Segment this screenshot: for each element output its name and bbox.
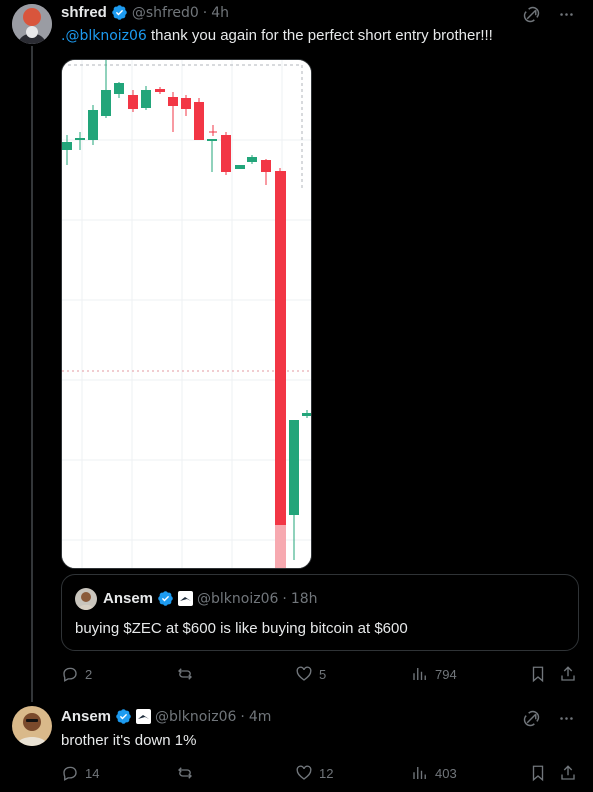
- tweet-header: Ansem @blknoiz06 · 4m: [61, 708, 271, 725]
- like-button[interactable]: 12: [295, 764, 333, 782]
- share-icon: [561, 765, 575, 780]
- quote-text: buying $ZEC at $600 is like buying bitco…: [75, 620, 408, 637]
- tweet-ansem-reply[interactable]: Ansem @blknoiz06 · 4m brother it's down …: [0, 700, 593, 792]
- bookmark-icon: [532, 666, 544, 683]
- reply-button[interactable]: 2: [61, 665, 92, 683]
- repost-button[interactable]: [176, 665, 194, 683]
- repost-icon: [178, 767, 192, 779]
- thread-line: [31, 46, 33, 702]
- tweet-body: thank you again for the perfect short en…: [146, 27, 493, 44]
- like-icon: [296, 765, 312, 780]
- bookmark-button[interactable]: [529, 665, 547, 683]
- repost-icon: [178, 668, 192, 680]
- timestamp[interactable]: 4h: [211, 5, 229, 21]
- tweet-actions: 2 5 794: [61, 665, 579, 685]
- affiliate-badge-icon[interactable]: [178, 591, 194, 606]
- verified-icon: [116, 709, 131, 724]
- tweet-actions: 14 12 403: [61, 764, 579, 784]
- dot-separator: ·: [202, 4, 208, 21]
- bookmark-button[interactable]: [529, 764, 547, 782]
- tweet-text: .@blknoiz06 thank you again for the perf…: [61, 26, 493, 46]
- reply-icon: [63, 766, 77, 781]
- like-button[interactable]: 5: [295, 665, 326, 683]
- dot-separator: ·: [282, 590, 287, 607]
- quoted-tweet[interactable]: Ansem @blknoiz06 · 18h buying $ZEC at $6…: [61, 574, 579, 651]
- avatar-ansem[interactable]: [12, 706, 52, 746]
- author-handle[interactable]: @blknoiz06: [155, 709, 236, 725]
- like-icon: [296, 666, 312, 681]
- views-count: 794: [435, 666, 457, 682]
- reply-icon: [63, 667, 77, 682]
- views-count: 403: [435, 765, 457, 781]
- quote-timestamp[interactable]: 18h: [291, 591, 318, 607]
- author-name[interactable]: Ansem: [61, 708, 111, 725]
- quote-author-name[interactable]: Ansem: [103, 590, 153, 607]
- share-icon: [561, 666, 575, 681]
- volume-bar: [275, 525, 286, 568]
- author-name[interactable]: shfred: [61, 4, 107, 21]
- bookmark-icon: [532, 765, 544, 782]
- mention-link[interactable]: .@blknoiz06: [61, 28, 147, 44]
- chart-image[interactable]: [61, 59, 312, 569]
- share-button[interactable]: [559, 665, 577, 683]
- reply-count: 14: [85, 765, 100, 781]
- affiliate-badge-icon[interactable]: [136, 709, 152, 724]
- tweet-header: shfred @shfred0 · 4h: [61, 4, 229, 21]
- grok-icon[interactable]: [523, 6, 540, 23]
- timestamp[interactable]: 4m: [249, 709, 272, 725]
- tweet-shfred[interactable]: shfred @shfred0 · 4h .@blknoiz06 thank y…: [0, 0, 593, 702]
- verified-icon: [112, 5, 127, 20]
- avatar-shfred[interactable]: [12, 4, 52, 44]
- more-icon[interactable]: [558, 710, 575, 727]
- tweet-text: brother it's down 1%: [61, 732, 197, 749]
- reply-count: 2: [85, 666, 93, 682]
- candlestick-chart: [62, 60, 311, 568]
- dot-separator: ·: [240, 708, 245, 725]
- more-icon[interactable]: [558, 6, 575, 23]
- quote-author-handle[interactable]: @blknoiz06: [197, 591, 278, 607]
- repost-button[interactable]: [176, 764, 194, 782]
- verified-icon: [158, 591, 173, 606]
- grok-icon[interactable]: [523, 710, 540, 727]
- views-button[interactable]: 403: [411, 764, 457, 782]
- tweet-top-icons: [523, 6, 575, 23]
- reply-button[interactable]: 14: [61, 764, 99, 782]
- views-button[interactable]: 794: [411, 665, 457, 683]
- views-icon: [413, 767, 426, 779]
- quote-avatar[interactable]: [75, 588, 97, 610]
- share-button[interactable]: [559, 764, 577, 782]
- views-icon: [413, 668, 426, 680]
- quote-header: Ansem @blknoiz06 · 18h: [103, 590, 318, 607]
- author-handle[interactable]: @shfred0: [132, 5, 199, 21]
- like-count: 12: [319, 765, 334, 781]
- like-count: 5: [319, 666, 327, 682]
- tweet-top-icons: [523, 710, 575, 727]
